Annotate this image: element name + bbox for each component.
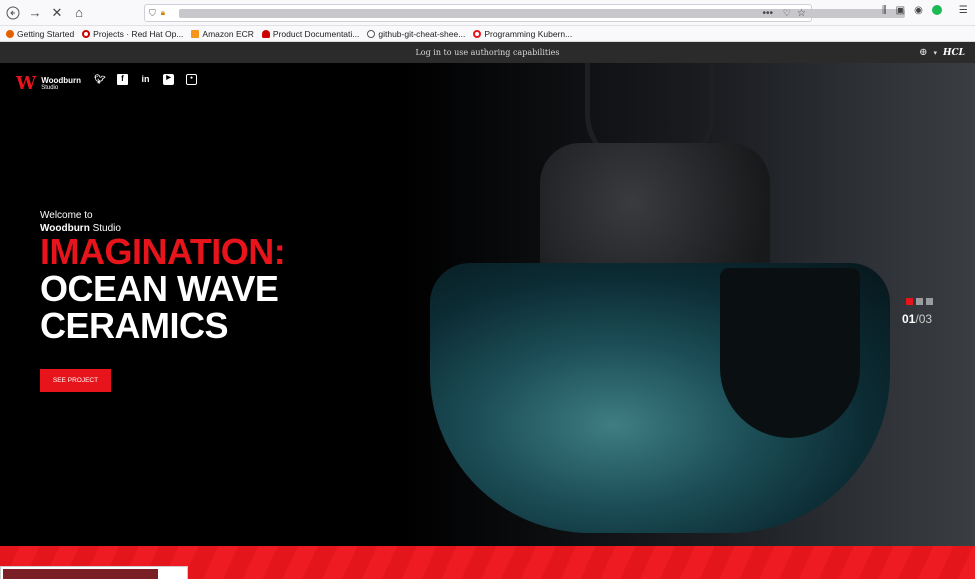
welcome-line: Welcome to (40, 210, 93, 221)
menu-icon[interactable]: ☰ (959, 5, 968, 16)
shield-icon: ⛉ (149, 7, 156, 18)
language-globe-icon[interactable]: ⊕ (919, 47, 927, 58)
hcl-logo: HCL (943, 47, 965, 58)
brand-sub: Studio (41, 84, 59, 91)
hero-section: W Woodburn Studio 🐦︎ f in ▶ ● Welcome to… (0, 63, 975, 546)
slide-dot-1[interactable] (906, 298, 913, 305)
login-message[interactable]: Log in to use authoring capabilities (415, 48, 559, 57)
site-logo[interactable]: W Woodburn Studio (16, 73, 81, 94)
linkedin-icon[interactable]: in (140, 74, 151, 85)
slide-dot-3[interactable] (926, 298, 933, 305)
headline-line-3: CERAMICS (40, 305, 229, 346)
stop-icon[interactable]: ✕ (46, 2, 68, 24)
redhat-hat-icon (261, 29, 270, 38)
more-icon[interactable]: ••• (762, 8, 773, 19)
url-bar[interactable]: ⛉ 🔒︎ ••• ♡ ☆ (144, 4, 905, 22)
headline-red: IMAGINATION: (40, 231, 286, 272)
slide-dot-2[interactable] (916, 298, 923, 305)
bookmark-item[interactable]: github-git-cheat-shee... (367, 29, 465, 39)
oreilly-icon (473, 29, 482, 38)
back-icon[interactable] (2, 2, 24, 24)
authoring-bar: Log in to use authoring capabilities ⊕ ▾… (0, 42, 975, 63)
globe-icon (367, 29, 376, 38)
slide-total: /03 (915, 312, 933, 326)
bookmark-item[interactable]: Programming Kubern... (473, 29, 572, 39)
library-icon[interactable]: ⫼ (882, 5, 887, 16)
see-project-button[interactable]: SEE PROJECT (40, 369, 111, 392)
bookmark-star-icon[interactable]: ☆ (797, 8, 806, 19)
browser-toolbar: → ✕ ⌂ ⛉ 🔒︎ ••• ♡ ☆ ⫼ ▣ ◉ ☰ (0, 0, 975, 26)
twitter-icon[interactable]: 🐦︎ (94, 74, 105, 85)
slide-current: 01 (902, 312, 916, 326)
slide-pager (906, 298, 933, 305)
bookmarks-bar: Getting Started Projects · Red Hat Op...… (0, 26, 975, 42)
lock-icon: 🔒︎ (160, 8, 166, 17)
hero-headline: IMAGINATION: OCEAN WAVE CERAMICS (40, 231, 286, 346)
extension-icon[interactable] (931, 5, 942, 15)
facebook-icon[interactable]: f (117, 74, 128, 85)
headline-line-2: OCEAN WAVE (40, 268, 279, 309)
slide-counter: 01/03 (902, 312, 932, 326)
instagram-icon[interactable]: ● (186, 74, 197, 85)
loading-status-panel (0, 566, 188, 579)
aws-icon (191, 29, 200, 38)
bookmark-item[interactable]: Getting Started (6, 29, 74, 39)
bookmark-item[interactable]: Amazon ECR (191, 29, 254, 39)
home-icon[interactable]: ⌂ (68, 2, 90, 24)
bookmark-item[interactable]: Projects · Red Hat Op... (82, 29, 183, 39)
chevron-down-icon[interactable]: ▾ (933, 49, 937, 57)
bowl-opening-graphic (720, 268, 860, 438)
youtube-icon[interactable]: ▶ (163, 74, 174, 85)
sidebar-icon[interactable]: ▣ (896, 5, 905, 16)
pocket-icon[interactable]: ♡ (783, 8, 791, 19)
redhat-icon (82, 29, 91, 38)
logo-mark: W (16, 73, 37, 94)
bookmark-item[interactable]: Product Documentati... (261, 29, 359, 39)
loading-status-fill (3, 569, 158, 579)
firefox-icon (6, 29, 14, 38)
social-links: 🐦︎ f in ▶ ● (94, 74, 197, 85)
account-icon[interactable]: ◉ (914, 5, 923, 16)
brand-name: Woodburn (41, 75, 82, 85)
forward-icon[interactable]: → (24, 2, 46, 24)
